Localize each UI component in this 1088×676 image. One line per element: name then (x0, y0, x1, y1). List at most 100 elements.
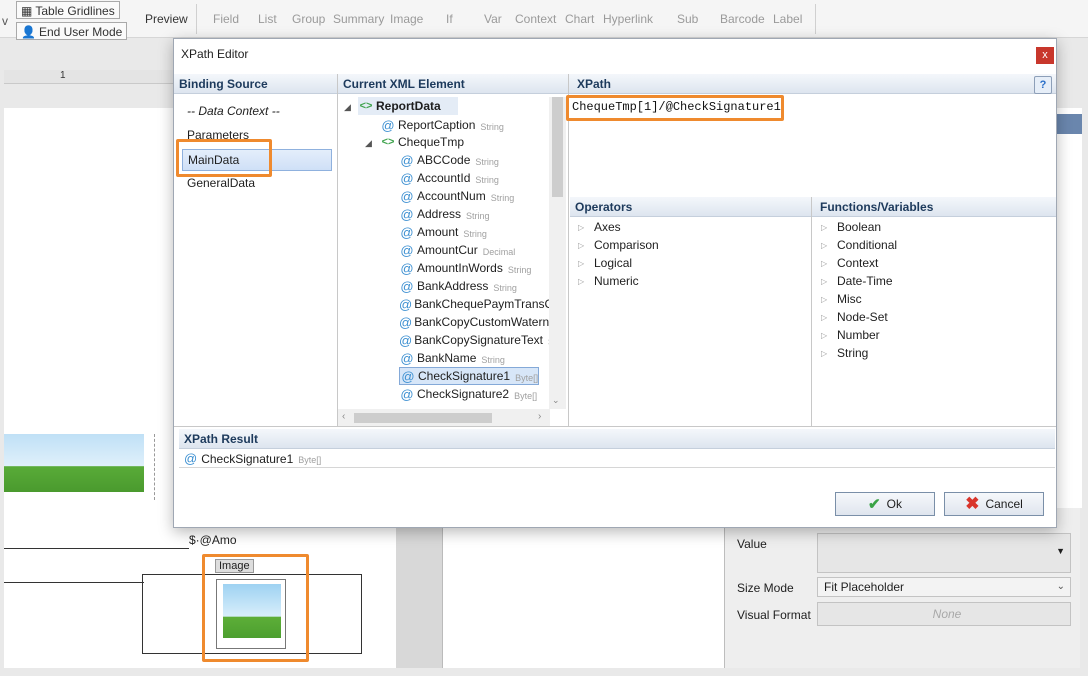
collapse-icon[interactable]: ◢ (344, 102, 351, 113)
expand-triangle-icon: ▷ (578, 222, 585, 232)
size-mode-select[interactable]: Fit Placeholder ⌄ (817, 577, 1071, 597)
pane-divider (811, 197, 812, 426)
xml-element-icon: <> (381, 136, 395, 148)
divider (179, 467, 1055, 468)
label-button[interactable]: Label (773, 12, 802, 26)
tree-node-field[interactable]: @ Amount String (399, 223, 486, 241)
function-group[interactable]: ▷ Context (821, 256, 878, 270)
tree-node-field[interactable]: @ AmountInWords String (399, 259, 531, 277)
amount-field[interactable]: $·@Amo (189, 533, 237, 547)
operator-group[interactable]: ▷ Comparison (578, 238, 659, 252)
image-button[interactable]: Image (390, 12, 423, 26)
scroll-thumb[interactable] (552, 97, 563, 197)
expand-triangle-icon: ▷ (821, 222, 828, 232)
function-group[interactable]: ▷ Date-Time (821, 274, 893, 288)
scroll-right-icon[interactable]: › (538, 411, 541, 422)
expand-triangle-icon: ▷ (821, 348, 828, 358)
visual-format-field[interactable]: None (817, 602, 1071, 626)
tree-node-field[interactable]: @ AmountCur Decimal (399, 241, 515, 259)
tree-node-field[interactable]: @ BankChequePaymTransCu (399, 295, 549, 313)
tree-node-field[interactable]: @BankCopySignatureTextS (399, 331, 549, 349)
function-group[interactable]: ▷ String (821, 346, 868, 360)
xpath-result-value: @ CheckSignature1 Byte[] (184, 451, 322, 466)
tree-vertical-scrollbar[interactable]: ⌄ (549, 97, 566, 409)
function-group[interactable]: ▷ Boolean (821, 220, 881, 234)
expand-triangle-icon: ▷ (578, 240, 585, 250)
preview-button[interactable]: Preview (145, 12, 188, 26)
group-button[interactable]: Group (292, 12, 325, 26)
user-icon: 👤 (21, 24, 36, 39)
attribute-icon: @ (401, 368, 415, 384)
binding-item-data-context[interactable]: -- Data Context -- (182, 101, 332, 123)
scroll-down-icon[interactable]: ⌄ (552, 395, 560, 406)
function-group[interactable]: ▷ Number (821, 328, 880, 342)
cancel-button[interactable]: ✖ Cancel (944, 492, 1044, 516)
xpath-header: XPath (569, 74, 1056, 94)
expand-triangle-icon: ▷ (821, 330, 828, 340)
tree-node-chequetmp[interactable]: <> ChequeTmp (380, 133, 464, 151)
visual-format-label: Visual Format (737, 608, 811, 622)
tree-node-field[interactable]: @ AccountId String (399, 169, 499, 187)
end-user-mode-button[interactable]: 👤 End User Mode (16, 22, 128, 40)
function-group[interactable]: ▷ Conditional (821, 238, 897, 252)
table-line (4, 582, 144, 583)
tree-node-field[interactable]: @ ABCCode String (399, 151, 499, 169)
expand-triangle-icon: ▷ (578, 258, 585, 268)
attribute-icon: @ (400, 152, 414, 168)
function-group[interactable]: ▷ Node-Set (821, 310, 888, 324)
ok-button[interactable]: ✔ Ok (835, 492, 935, 516)
tree-node-reportdata[interactable]: <> ReportData (358, 97, 458, 115)
attribute-icon: @ (400, 206, 414, 222)
attribute-icon: @ (400, 350, 414, 366)
chart-button[interactable]: Chart (565, 12, 594, 26)
tree-horizontal-scrollbar[interactable]: ‹ › (338, 409, 550, 426)
divider (174, 426, 1056, 427)
scroll-thumb[interactable] (354, 413, 492, 423)
summary-button[interactable]: Summary (333, 12, 384, 26)
scroll-left-icon[interactable]: ‹ (342, 411, 345, 422)
operators-header: Operators (570, 197, 811, 217)
properties-panel: Value ▼ Size Mode Fit Placeholder ⌄ Visu… (724, 508, 1080, 668)
field-button[interactable]: Field (213, 12, 239, 26)
xpath-highlight-box (566, 95, 784, 121)
attribute-icon: @ (400, 278, 414, 294)
table-gridlines-toggle[interactable]: ▦ Table Gridlines (16, 1, 120, 19)
tree-node-field[interactable]: @ Address String (399, 205, 489, 223)
tree-node-reportcaption[interactable]: @ ReportCaption String (380, 116, 504, 134)
ribbon-separator (196, 4, 197, 34)
if-button[interactable]: If (446, 12, 453, 26)
tree-node-field[interactable]: @ BankAddress String (399, 277, 517, 295)
landscape-image (4, 434, 144, 492)
operator-group[interactable]: ▷ Axes (578, 220, 621, 234)
xml-element-header: Current XML Element (338, 74, 568, 94)
sub-document-button[interactable]: Sub (677, 12, 698, 26)
attribute-icon: @ (400, 224, 414, 240)
help-icon[interactable]: ? (1034, 76, 1052, 94)
list-button[interactable]: List (258, 12, 277, 26)
barcode-button[interactable]: Barcode (720, 12, 765, 26)
context-button[interactable]: Context (515, 12, 556, 26)
tree-node-field[interactable]: @ BankName String (399, 349, 505, 367)
ribbon: ▦ Table Gridlines 👤 End User Mode v Prev… (0, 0, 1088, 40)
hyperlink-button[interactable]: Hyperlink (603, 12, 653, 26)
operator-group[interactable]: ▷ Numeric (578, 274, 639, 288)
tree-node-field[interactable]: @ BankCopyCustomWatern (399, 313, 549, 331)
value-dropdown[interactable]: ▼ (817, 533, 1071, 573)
tree-node-field[interactable]: @ AccountNum String (399, 187, 514, 205)
collapse-icon[interactable]: ◢ (365, 138, 372, 149)
operator-group[interactable]: ▷ Logical (578, 256, 632, 270)
dialog-title-bar: XPath Editor x (174, 39, 1056, 71)
tree-node-field[interactable]: @ CheckSignature1 Byte[] (399, 367, 540, 385)
attribute-icon: @ (184, 451, 198, 466)
var-button[interactable]: Var (484, 12, 502, 26)
function-group[interactable]: ▷ Misc (821, 292, 862, 306)
ribbon-arrow-icon: v (2, 14, 8, 28)
grid-icon: ▦ (21, 3, 33, 18)
tree-node-field[interactable]: @ CheckSignature2 Byte[] (399, 385, 537, 403)
chevron-down-icon: ▼ (1056, 546, 1065, 556)
expand-triangle-icon: ▷ (578, 276, 585, 286)
maindata-highlight-box (176, 139, 272, 177)
pane-divider (337, 74, 338, 426)
close-button[interactable]: x (1036, 47, 1054, 64)
xpath-result-header: XPath Result (179, 429, 1055, 449)
